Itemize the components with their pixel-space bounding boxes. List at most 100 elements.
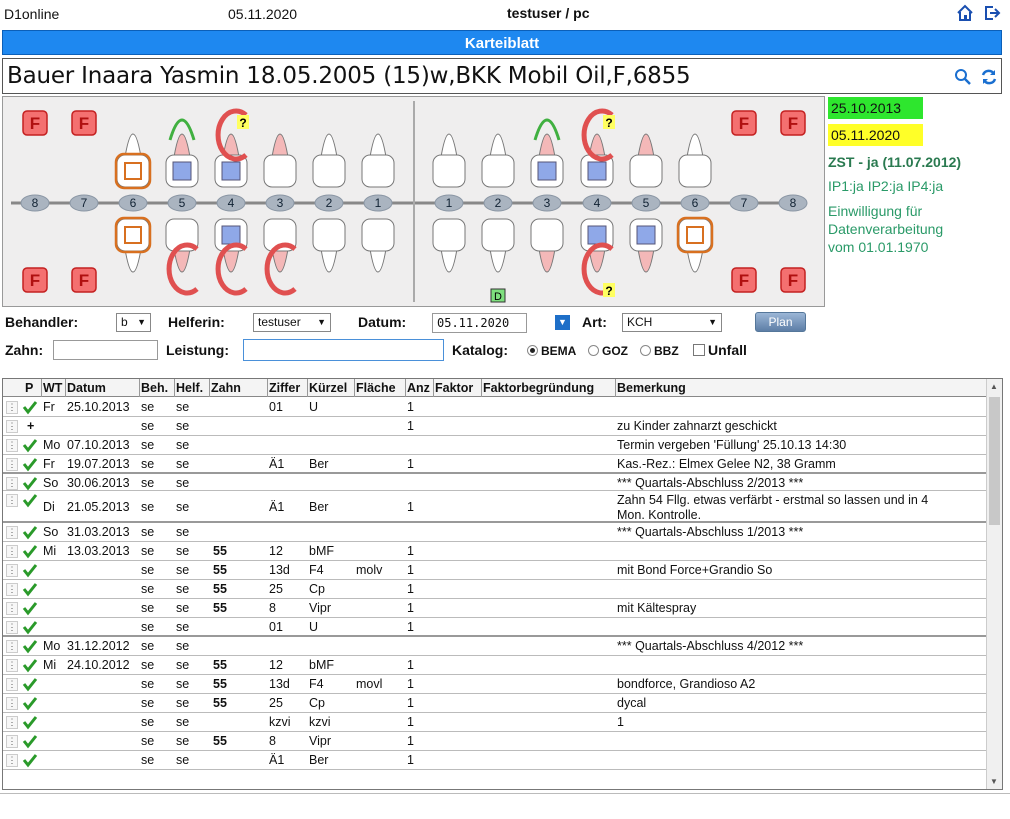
table-row[interactable]: ⋮ se se 55 13d F4 movl 1 bondforce, Grandioso A2 (3, 675, 987, 694)
tooth[interactable] (263, 218, 297, 296)
table-row[interactable]: ⋮ So 31.03.2013 se se *** Quartals-Abschluss … (3, 523, 987, 542)
tooth[interactable] (214, 218, 248, 296)
column-header[interactable]: Beh. (141, 381, 168, 395)
table-row[interactable]: ⋮ Mi 24.10.2012 se se 55 12 bMF 1 (3, 656, 987, 675)
missing-tooth-icon[interactable]: F (780, 110, 806, 136)
tooth-number[interactable]: 6 (680, 194, 710, 212)
drag-handle-icon[interactable]: ⋮ (6, 439, 18, 452)
column-header[interactable]: Bemerkung (617, 381, 686, 395)
column-header[interactable]: Zahn (211, 381, 241, 395)
tooth-number[interactable]: 8 (778, 194, 808, 212)
tooth-number[interactable]: 7 (729, 194, 759, 212)
table-row[interactable]: ⋮ se se Ä1 Ber 1 (3, 751, 987, 770)
tooth[interactable]: D (481, 218, 515, 303)
missing-tooth-icon[interactable]: F (22, 267, 48, 293)
drag-handle-icon[interactable]: ⋮ (6, 494, 18, 507)
drag-handle-icon[interactable]: ⋮ (6, 477, 18, 490)
column-header[interactable]: Ziffer (269, 381, 300, 395)
drag-handle-icon[interactable]: ⋮ (6, 659, 18, 672)
table-row[interactable]: ⋮ se se 01 U 1 (3, 618, 987, 637)
column-header[interactable]: Fläche (356, 381, 396, 395)
drag-handle-icon[interactable]: ⋮ (6, 583, 18, 596)
calendar-dropdown-icon[interactable]: ▼ (555, 315, 570, 330)
tooth[interactable] (629, 133, 663, 188)
tooth[interactable] (678, 133, 712, 188)
tooth[interactable] (312, 218, 346, 273)
tooth[interactable] (361, 133, 395, 188)
art-select[interactable]: KCH ▼ (622, 313, 722, 332)
table-row[interactable]: ⋮ se se 55 8 Vipr 1 (3, 732, 987, 751)
datum-input[interactable]: 05.11.2020 (432, 313, 527, 333)
table-row[interactable]: ⋮ + se se 1 zu Kinder zahnarzt geschickt (3, 417, 987, 436)
drag-handle-icon[interactable]: ⋮ (6, 697, 18, 710)
column-header[interactable]: Anz (407, 381, 430, 395)
tooth[interactable] (481, 133, 515, 188)
table-row[interactable]: ⋮ se se 55 25 Cp 1 dycal (3, 694, 987, 713)
helferin-select[interactable]: testuser ▼ (253, 313, 331, 332)
leistung-input[interactable] (243, 339, 444, 361)
tooth-number[interactable]: 4 (216, 194, 246, 212)
table-row[interactable]: ⋮ Di 21.05.2013 se se Ä1 Ber 1 Zahn 54 Fllg. etw… (3, 491, 987, 523)
radio-goz[interactable]: GOZ (588, 344, 628, 358)
missing-tooth-icon[interactable]: F (22, 110, 48, 136)
table-row[interactable]: ⋮ Mo 07.10.2013 se se Termin vergeben 'Füllun… (3, 436, 987, 455)
missing-tooth-icon[interactable]: F (780, 267, 806, 293)
unfall-checkbox[interactable]: Unfall (693, 342, 747, 358)
drag-handle-icon[interactable]: ⋮ (6, 716, 18, 729)
tooth[interactable] (312, 133, 346, 188)
drag-handle-icon[interactable]: ⋮ (6, 526, 18, 539)
logout-icon[interactable] (983, 4, 1001, 22)
home-icon[interactable] (956, 4, 974, 22)
tooth[interactable]: ? (580, 218, 615, 298)
column-header[interactable]: WT (43, 381, 62, 395)
missing-tooth-icon[interactable]: F (731, 267, 757, 293)
tooth[interactable]: ? (580, 108, 615, 188)
tooth-number[interactable]: 3 (265, 194, 295, 212)
drag-handle-icon[interactable]: ⋮ (6, 735, 18, 748)
table-row[interactable]: ⋮ Fr 19.07.2013 se se Ä1 Ber 1 Kas.-Rez.: Elmex … (3, 455, 987, 474)
radio-bbz[interactable]: BBZ (640, 344, 679, 358)
tooth-number[interactable]: 6 (118, 194, 148, 212)
behandler-select[interactable]: b ▼ (116, 313, 151, 332)
tooth[interactable] (432, 133, 466, 188)
drag-handle-icon[interactable]: ⋮ (6, 754, 18, 767)
tooth-number[interactable]: 2 (314, 194, 344, 212)
drag-handle-icon[interactable]: ⋮ (6, 621, 18, 634)
scrollbar-thumb[interactable] (989, 397, 1000, 525)
search-icon[interactable] (954, 68, 972, 86)
tooth[interactable] (676, 216, 714, 273)
drag-handle-icon[interactable]: ⋮ (6, 640, 18, 653)
tooth-number[interactable]: 5 (631, 194, 661, 212)
table-row[interactable]: ⋮ Mo 31.12.2012 se se *** Quartals-Abschluss … (3, 637, 987, 656)
tooth-number[interactable]: 8 (20, 194, 50, 212)
tooth[interactable] (432, 218, 466, 273)
table-row[interactable]: ⋮ se se 55 8 Vipr 1 mit Kältespray (3, 599, 987, 618)
tooth[interactable] (263, 133, 297, 188)
tooth-number[interactable]: 5 (167, 194, 197, 212)
missing-tooth-icon[interactable]: F (731, 110, 757, 136)
tooth[interactable] (165, 218, 199, 296)
tooth-number[interactable]: 4 (582, 194, 612, 212)
tooth-number[interactable]: 1 (434, 194, 464, 212)
tooth[interactable] (530, 118, 564, 188)
drag-handle-icon[interactable]: ⋮ (6, 564, 18, 577)
tooth[interactable]: ? (214, 108, 249, 188)
tooth-number[interactable]: 2 (483, 194, 513, 212)
drag-handle-icon[interactable]: ⋮ (6, 678, 18, 691)
tooth-number[interactable]: 3 (532, 194, 562, 212)
drag-handle-icon[interactable]: ⋮ (6, 602, 18, 615)
scroll-down-icon[interactable]: ▼ (990, 777, 998, 786)
vertical-scrollbar[interactable]: ▲ ▼ (986, 379, 1002, 789)
tooth[interactable] (114, 216, 152, 273)
missing-tooth-icon[interactable]: F (71, 267, 97, 293)
table-row[interactable]: ⋮ Mi 13.03.2013 se se 55 12 bMF 1 (3, 542, 987, 561)
tooth-number[interactable]: 1 (363, 194, 393, 212)
tooth[interactable] (361, 218, 395, 273)
radio-bema[interactable]: BEMA (527, 344, 576, 358)
table-row[interactable]: ⋮ Fr 25.10.2013 se se 01 U 1 (3, 398, 987, 417)
teeth-diagram[interactable]: 8 7 6 5 4 3 2 1 1 2 3 4 5 6 7 8 F F?? F F F F D ? F F (3, 97, 824, 306)
zahn-input[interactable] (53, 340, 158, 360)
tooth[interactable] (629, 218, 663, 273)
table-row[interactable]: ⋮ se se 55 25 Cp 1 (3, 580, 987, 599)
missing-tooth-icon[interactable]: F (71, 110, 97, 136)
